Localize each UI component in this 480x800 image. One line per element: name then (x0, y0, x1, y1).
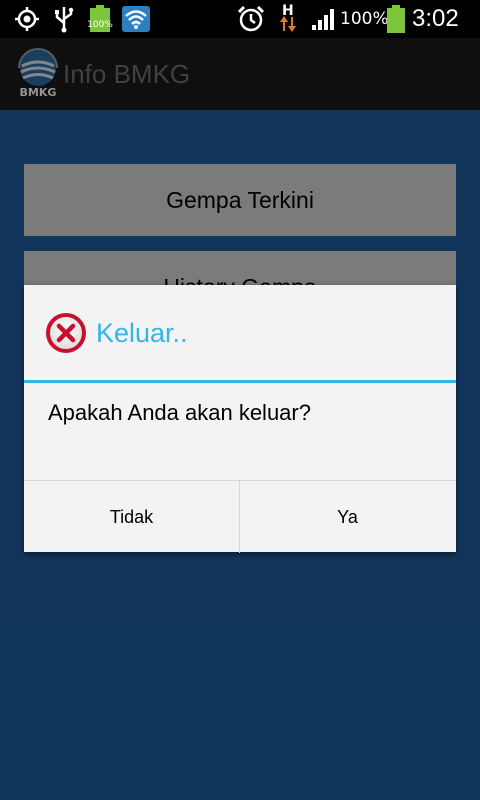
dialog-button-bar: Tidak Ya (24, 480, 456, 553)
signal-icon (310, 0, 338, 38)
gps-icon (12, 0, 42, 38)
dialog-title: Keluar.. (96, 317, 188, 348)
data-arrows-icon (279, 14, 297, 34)
exit-dialog: Keluar.. Apakah Anda akan keluar? Tidak … (24, 285, 456, 553)
battery-small-label: 100% (87, 20, 113, 30)
dialog-header: Keluar.. (24, 285, 456, 381)
battery-small-icon (86, 0, 114, 38)
dialog-message: Apakah Anda akan keluar? (48, 400, 311, 425)
tidak-button[interactable]: Tidak (24, 481, 239, 553)
usb-icon (52, 0, 76, 38)
error-icon (46, 313, 86, 353)
alarm-icon (237, 0, 265, 38)
wifi-icon (122, 0, 150, 38)
status-bar: 100% H 100% 3:02 (0, 0, 480, 38)
battery-percent: 100% (340, 9, 389, 29)
clock: 3:02 (412, 5, 459, 32)
battery-icon (384, 0, 408, 38)
ya-button[interactable]: Ya (240, 481, 455, 553)
